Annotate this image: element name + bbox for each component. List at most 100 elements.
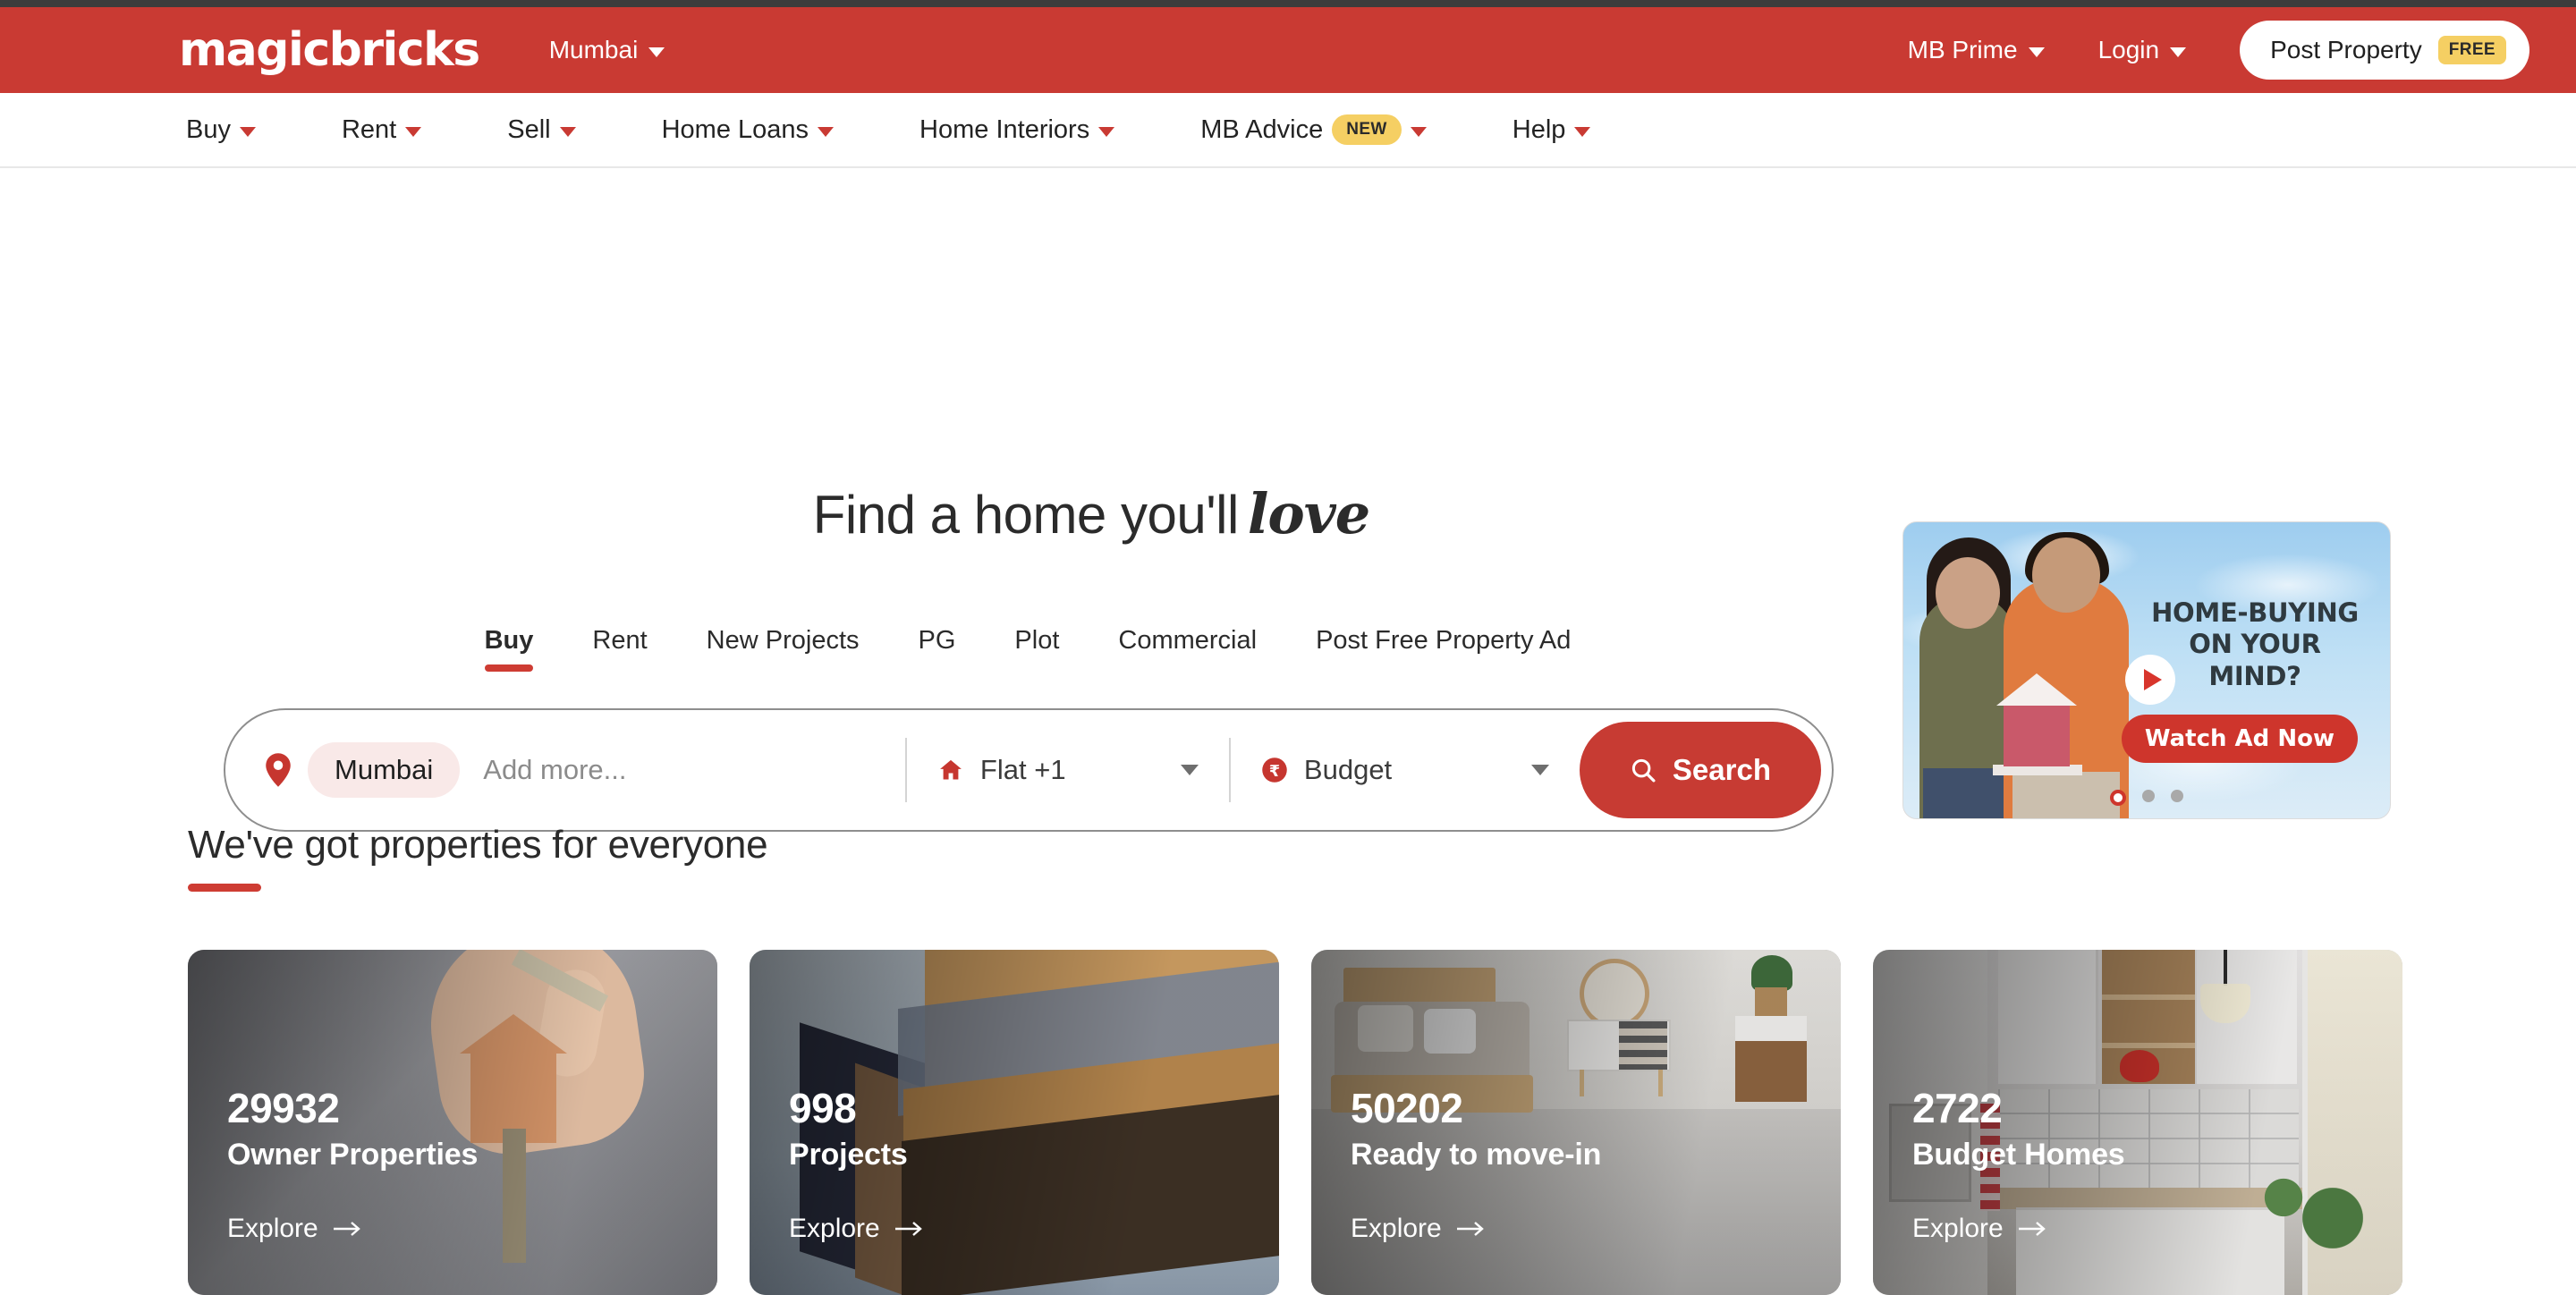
budget-value: Budget	[1303, 754, 1393, 785]
tab-plot[interactable]: Plot	[1014, 626, 1059, 672]
person-head	[1936, 557, 2000, 629]
budget-select[interactable]: ₹ Budget	[1231, 754, 1580, 786]
chevron-down-icon	[818, 126, 835, 137]
search-category-tabs: Buy Rent New Projects PG Plot Commercial…	[222, 626, 1834, 672]
carousel-dot-1[interactable]	[2110, 790, 2126, 806]
chevron-down-icon	[2028, 47, 2045, 57]
search-icon	[1631, 758, 1656, 783]
person-head	[2032, 537, 2100, 613]
nav-label: Rent	[341, 114, 397, 144]
watch-ad-button[interactable]: Watch Ad Now	[2121, 715, 2358, 763]
tab-rent[interactable]: Rent	[592, 626, 647, 672]
card-explore-link[interactable]: Explore	[227, 1214, 478, 1244]
nav-label: Home Interiors	[919, 114, 1090, 144]
promo-banner[interactable]: HOME-BUYING ON YOUR MIND? Watch Ad Now	[1902, 521, 2391, 819]
property-type-value: Flat +1	[979, 754, 1066, 785]
browser-chrome-edge	[0, 0, 2576, 7]
card-content: 29932 Owner Properties Explore	[227, 1085, 479, 1244]
city-selector-label: Mumbai	[548, 36, 639, 63]
chevron-down-icon	[2170, 47, 2187, 57]
card-explore-label: Explore	[227, 1213, 318, 1243]
tab-pg[interactable]: PG	[919, 626, 956, 672]
svg-text:₹: ₹	[1269, 763, 1280, 781]
carousel-dot-2[interactable]	[2142, 790, 2155, 802]
card-content: 50202 Ready to move-in Explore	[1351, 1085, 1602, 1244]
chevron-down-icon	[1574, 126, 1591, 137]
location-pin-icon	[266, 753, 291, 787]
magicbricks-logo[interactable]: magicbricks	[179, 27, 480, 73]
card-explore-link[interactable]: Explore	[1912, 1214, 2125, 1244]
nav-item-home-loans[interactable]: Home Loans	[661, 114, 835, 145]
property-category-cards: 29932 Owner Properties Explore 998 Proje…	[188, 950, 2402, 1295]
hero-title-script: love	[1247, 481, 1370, 546]
property-type-select[interactable]: Flat +1	[907, 754, 1229, 786]
nav-item-buy[interactable]: Buy	[186, 115, 256, 145]
play-triangle	[2143, 669, 2162, 690]
nav-label: Help	[1512, 114, 1566, 144]
hero-title-plain: Find a home you'll	[812, 485, 1240, 545]
card-explore-link[interactable]: Explore	[1351, 1214, 1601, 1244]
card-category: Budget Homes	[1912, 1137, 2125, 1172]
tab-commercial[interactable]: Commercial	[1118, 626, 1257, 672]
properties-for-everyone-section: We've got properties for everyone	[0, 823, 2576, 892]
chevron-down-icon	[559, 126, 576, 137]
card-count: 998	[789, 1085, 857, 1131]
card-owner-properties[interactable]: 29932 Owner Properties Explore	[188, 950, 717, 1295]
card-explore-label: Explore	[1912, 1213, 2004, 1243]
carousel-dots	[1903, 790, 2390, 806]
arrow-right-icon	[2018, 1221, 2046, 1236]
card-budget-homes[interactable]: 2722 Budget Homes Explore	[1873, 950, 2402, 1295]
login-menu[interactable]: Login	[2098, 36, 2187, 64]
arrow-right-icon	[333, 1221, 360, 1236]
nav-label: MB Advice	[1200, 114, 1324, 144]
chevron-down-icon	[405, 126, 422, 137]
card-count: 29932	[227, 1085, 340, 1131]
property-search-bar: Mumbai Add more... Flat +1 ₹ Budget Sear…	[224, 708, 1834, 832]
card-projects[interactable]: 998 Projects Explore	[750, 950, 1279, 1295]
mb-prime-label: MB Prime	[1907, 36, 2018, 63]
free-badge: FREE	[2437, 36, 2506, 64]
card-explore-link[interactable]: Explore	[789, 1214, 925, 1244]
nav-item-help[interactable]: Help	[1513, 115, 1591, 145]
nav-label: Buy	[186, 114, 231, 144]
section-underline	[188, 884, 261, 892]
play-icon[interactable]	[2125, 655, 2175, 705]
mb-prime-menu[interactable]: MB Prime	[1908, 36, 2045, 64]
section-heading: We've got properties for everyone	[188, 823, 768, 867]
arrow-right-icon	[894, 1221, 922, 1236]
tab-buy[interactable]: Buy	[484, 626, 533, 672]
card-explore-label: Explore	[789, 1213, 880, 1243]
city-selector[interactable]: Mumbai	[549, 36, 665, 64]
arrow-right-icon	[1456, 1221, 1484, 1236]
tab-post-free-property-ad[interactable]: Post Free Property Ad	[1316, 626, 1571, 672]
search-input[interactable]: Add more...	[483, 754, 905, 786]
promo-headline: HOME-BUYING ON YOUR MIND?	[2151, 597, 2359, 691]
card-content: 998 Projects Explore	[789, 1085, 925, 1244]
card-count: 50202	[1351, 1085, 1463, 1131]
post-property-button[interactable]: Post Property FREE	[2240, 21, 2529, 80]
chevron-down-icon	[239, 126, 256, 137]
nav-item-mb-advice[interactable]: MB Advice NEW	[1200, 114, 1427, 145]
chevron-down-icon	[1098, 126, 1115, 137]
tab-new-projects[interactable]: New Projects	[707, 626, 860, 672]
carousel-dot-3[interactable]	[2171, 790, 2183, 802]
house-model-roof	[1996, 673, 2077, 706]
nav-item-home-interiors[interactable]: Home Interiors	[919, 114, 1115, 145]
selected-city-chip[interactable]: Mumbai	[308, 742, 461, 798]
house-model-body	[2004, 700, 2070, 766]
chevron-down-icon	[648, 47, 665, 57]
nav-label: Home Loans	[661, 114, 809, 144]
card-ready-to-move-in[interactable]: 50202 Ready to move-in Explore	[1311, 950, 1841, 1295]
card-category: Ready to move-in	[1351, 1137, 1602, 1172]
chevron-down-icon	[1530, 765, 1549, 775]
header-actions: MB Prime Login Post Property FREE	[1908, 21, 2529, 80]
nav-item-rent[interactable]: Rent	[341, 114, 422, 145]
rupee-icon: ₹	[1262, 758, 1287, 783]
home-icon	[940, 759, 962, 780]
nav-item-sell[interactable]: Sell	[507, 115, 576, 145]
search-button[interactable]: Search	[1579, 722, 1821, 818]
card-content: 2722 Budget Homes Explore	[1912, 1085, 2125, 1244]
card-category: Projects	[789, 1137, 908, 1172]
card-category: Owner Properties	[227, 1137, 479, 1172]
chevron-down-icon	[1180, 765, 1199, 775]
